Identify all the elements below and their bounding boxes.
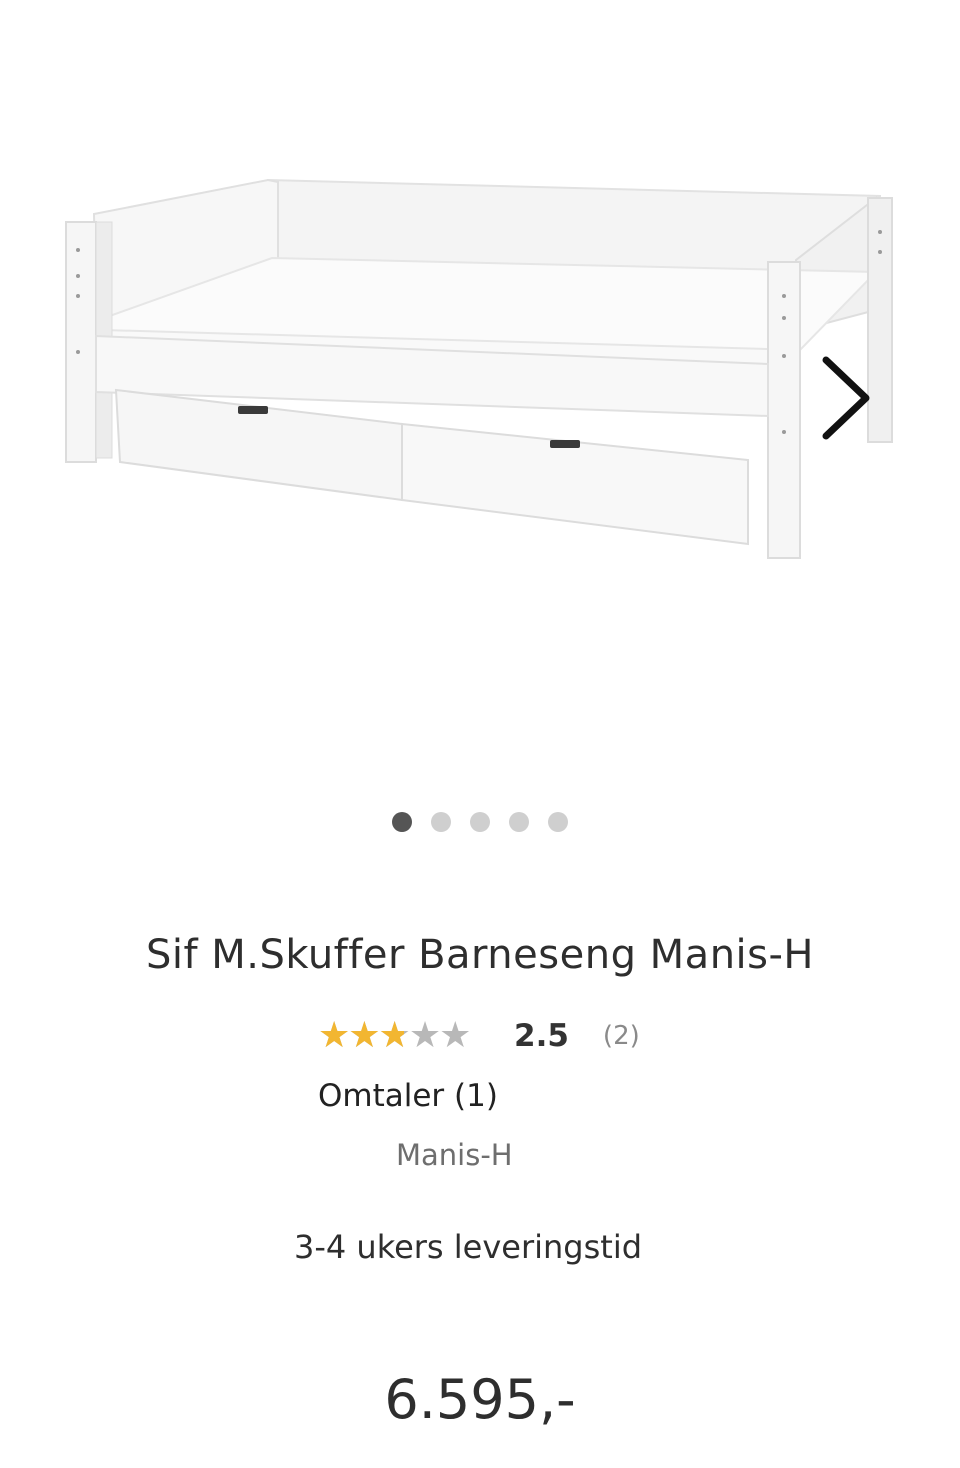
delivery-time: 3-4 ukers leveringstid <box>293 1228 643 1266</box>
rating-count: (2) <box>602 1021 640 1051</box>
brand-name[interactable]: Manis-H <box>396 1138 513 1172</box>
carousel-dot[interactable] <box>548 812 568 832</box>
carousel-dot[interactable] <box>431 812 451 832</box>
carousel-dot[interactable] <box>470 812 490 832</box>
carousel-dot[interactable] <box>509 812 529 832</box>
carousel-dot[interactable] <box>392 812 412 832</box>
star-rating-icon: ★★★★★ ★★★★★ <box>318 1015 471 1056</box>
chevron-right-icon[interactable] <box>806 348 886 448</box>
product-price: 6.595,- <box>384 1368 576 1431</box>
carousel-dots <box>0 812 960 832</box>
product-title: Sif M.Skuffer Barneseng Manis-H <box>145 932 815 978</box>
rating-value: 2.5 <box>514 1018 569 1054</box>
reviews-link[interactable]: Omtaler (1) <box>318 1078 498 1114</box>
product-rating[interactable]: ★★★★★ ★★★★★ 2.5 (2) <box>318 1016 640 1056</box>
product-gallery[interactable] <box>0 0 960 850</box>
